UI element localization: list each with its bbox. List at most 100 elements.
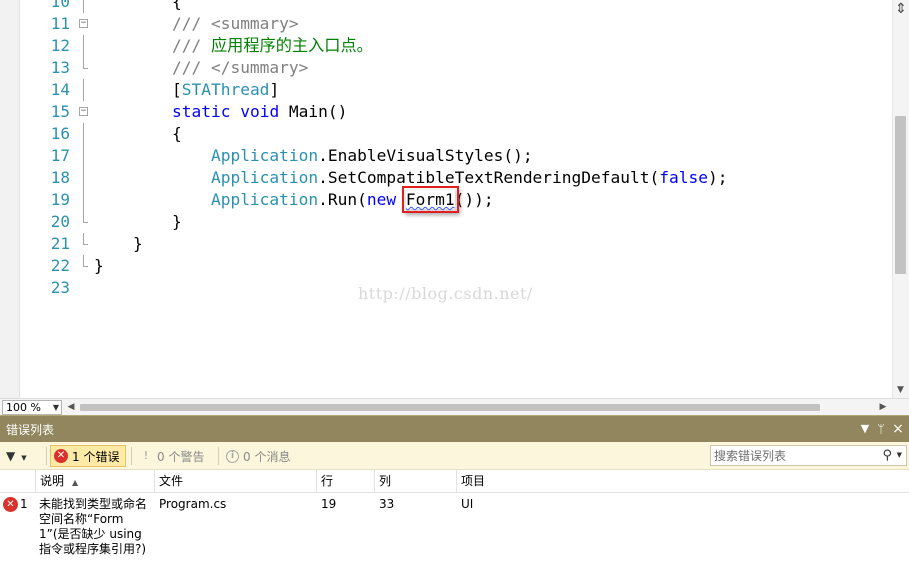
sort-ascending-icon: ▲: [72, 478, 79, 487]
code-token: ///: [171, 58, 211, 77]
code-token: static: [171, 102, 231, 121]
code-token: <summary>: [210, 14, 299, 33]
code-line[interactable]: /// 应用程序的主入口点。: [94, 35, 884, 57]
line-number: 14: [50, 80, 70, 99]
line-number: 13: [50, 58, 70, 77]
error-icon: ✕: [54, 449, 68, 463]
line-number: 10: [50, 0, 70, 11]
table-row[interactable]: ✕ 1 未能找到类型或命名空间名称“Form1”(是否缺少 using 指令或程…: [0, 493, 909, 563]
error-icon: ✕: [3, 497, 18, 512]
chevron-down-icon: ▼: [52, 403, 59, 412]
line-number: 12: [50, 36, 70, 55]
code-token: 应用程序的主入口点。: [210, 36, 373, 55]
code-line[interactable]: Application.SetCompatibleTextRenderingDe…: [94, 167, 884, 189]
fold-row: [72, 167, 92, 189]
scroll-left-arrow-icon[interactable]: ◀: [66, 401, 76, 413]
collapse-icon[interactable]: −: [79, 107, 88, 116]
fold-row: [72, 255, 92, 277]
column-header-file[interactable]: 文件: [155, 470, 317, 492]
fold-guide-end: [83, 211, 88, 223]
fold-guide: [83, 189, 84, 211]
fold-guide: [83, 79, 84, 101]
code-token: false: [659, 168, 708, 187]
scroll-down-arrow-icon[interactable]: ▼: [894, 384, 907, 396]
search-input[interactable]: [711, 446, 881, 465]
code-editor[interactable]: 10 11 12 13 14 15 16 17 18 19 20 21 22 23 − − { /// <s…: [0, 0, 909, 398]
close-icon[interactable]: ×: [892, 422, 904, 436]
vertical-scroll-thumb[interactable]: [895, 116, 906, 274]
scroll-right-arrow-icon[interactable]: ▶: [878, 401, 888, 413]
warnings-toggle-button[interactable]: ! 0 个警告: [136, 445, 216, 467]
fold-row: [72, 123, 92, 145]
code-token: ]: [269, 80, 280, 99]
code-token: Main(): [279, 102, 348, 121]
fold-row: [72, 145, 92, 167]
column-label: 文件: [159, 474, 184, 488]
search-box[interactable]: ⚲ ▼: [710, 445, 907, 466]
zoom-value: 100 %: [6, 401, 41, 414]
error-table-header: 说明 ▲ 文件 行 列 项目: [0, 470, 909, 493]
column-header-column[interactable]: 列: [375, 470, 457, 492]
pin-icon[interactable]: ᛘ: [875, 422, 887, 436]
zoom-dropdown[interactable]: 100 % ▼: [2, 400, 62, 415]
code-line[interactable]: [STAThread]: [94, 79, 884, 101]
code-token: {: [94, 124, 182, 143]
search-icon[interactable]: ⚲: [882, 448, 892, 463]
code-line[interactable]: }: [94, 211, 884, 233]
panel-title-bar[interactable]: 错误列表 ▼ ᛘ ×: [0, 415, 909, 442]
fold-row: [72, 57, 92, 79]
horizontal-scroll-thumb[interactable]: [80, 404, 820, 411]
code-line[interactable]: }: [94, 255, 884, 277]
line-number: 15: [50, 102, 70, 121]
filter-button[interactable]: ▼ ▼: [6, 446, 44, 466]
collapse-icon[interactable]: −: [79, 19, 88, 28]
code-line[interactable]: Application.EnableVisualStyles();: [94, 145, 884, 167]
fold-row: −: [72, 101, 92, 123]
line-number: 11: [50, 14, 70, 33]
toolbar-divider: [46, 447, 47, 465]
code-line[interactable]: /// <summary>: [94, 13, 884, 35]
code-area[interactable]: { /// <summary> /// 应用程序的主入口点。 /// </sum…: [94, 0, 884, 299]
code-line[interactable]: {: [94, 0, 884, 13]
code-token: ///: [171, 14, 211, 33]
info-icon: i: [226, 449, 239, 463]
column-header-index[interactable]: [0, 470, 36, 492]
code-token: new: [366, 190, 397, 209]
error-column: 33: [379, 497, 395, 511]
editor-bottom-bar: 100 % ▼ ◀ ▶: [0, 398, 909, 415]
fold-guide: [83, 145, 84, 167]
code-token: );: [708, 168, 728, 187]
code-line[interactable]: static void Main(): [94, 101, 884, 123]
error-line: 19: [321, 497, 337, 511]
column-label: 行: [321, 474, 334, 488]
fold-guide: [83, 123, 84, 145]
fold-row: [72, 277, 92, 299]
code-line[interactable]: }: [94, 233, 884, 255]
column-label: 说明: [40, 474, 65, 488]
messages-count-label: 0 个消息: [243, 449, 291, 464]
column-header-line[interactable]: 行: [317, 470, 375, 492]
split-window-icon[interactable]: ⇕: [895, 2, 907, 18]
code-line[interactable]: {: [94, 123, 884, 145]
outlining-margin: − −: [72, 0, 92, 299]
code-line[interactable]: Application.Run(new Form1());: [94, 186, 884, 213]
line-number: 23: [50, 278, 70, 297]
fold-row: −: [72, 13, 92, 35]
column-header-project[interactable]: 项目: [457, 470, 707, 492]
watermark: http://blog.csdn.net/: [358, 284, 533, 303]
column-header-description[interactable]: 说明 ▲: [36, 470, 155, 492]
errors-toggle-button[interactable]: ✕ 1 个错误: [50, 445, 126, 467]
code-token: .SetCompatibleTextRenderingDefault(: [318, 168, 660, 187]
panel-menu-icon[interactable]: ▼: [859, 422, 871, 436]
code-line[interactable]: /// </summary>: [94, 57, 884, 79]
chevron-down-icon[interactable]: ▼: [897, 449, 902, 462]
warnings-count-label: 0 个警告: [157, 449, 205, 464]
error-description: 未能找到类型或命名空间名称“Form1”(是否缺少 using 指令或程序集引用…: [39, 497, 148, 556]
messages-toggle-button[interactable]: i 0 个消息: [223, 445, 303, 467]
